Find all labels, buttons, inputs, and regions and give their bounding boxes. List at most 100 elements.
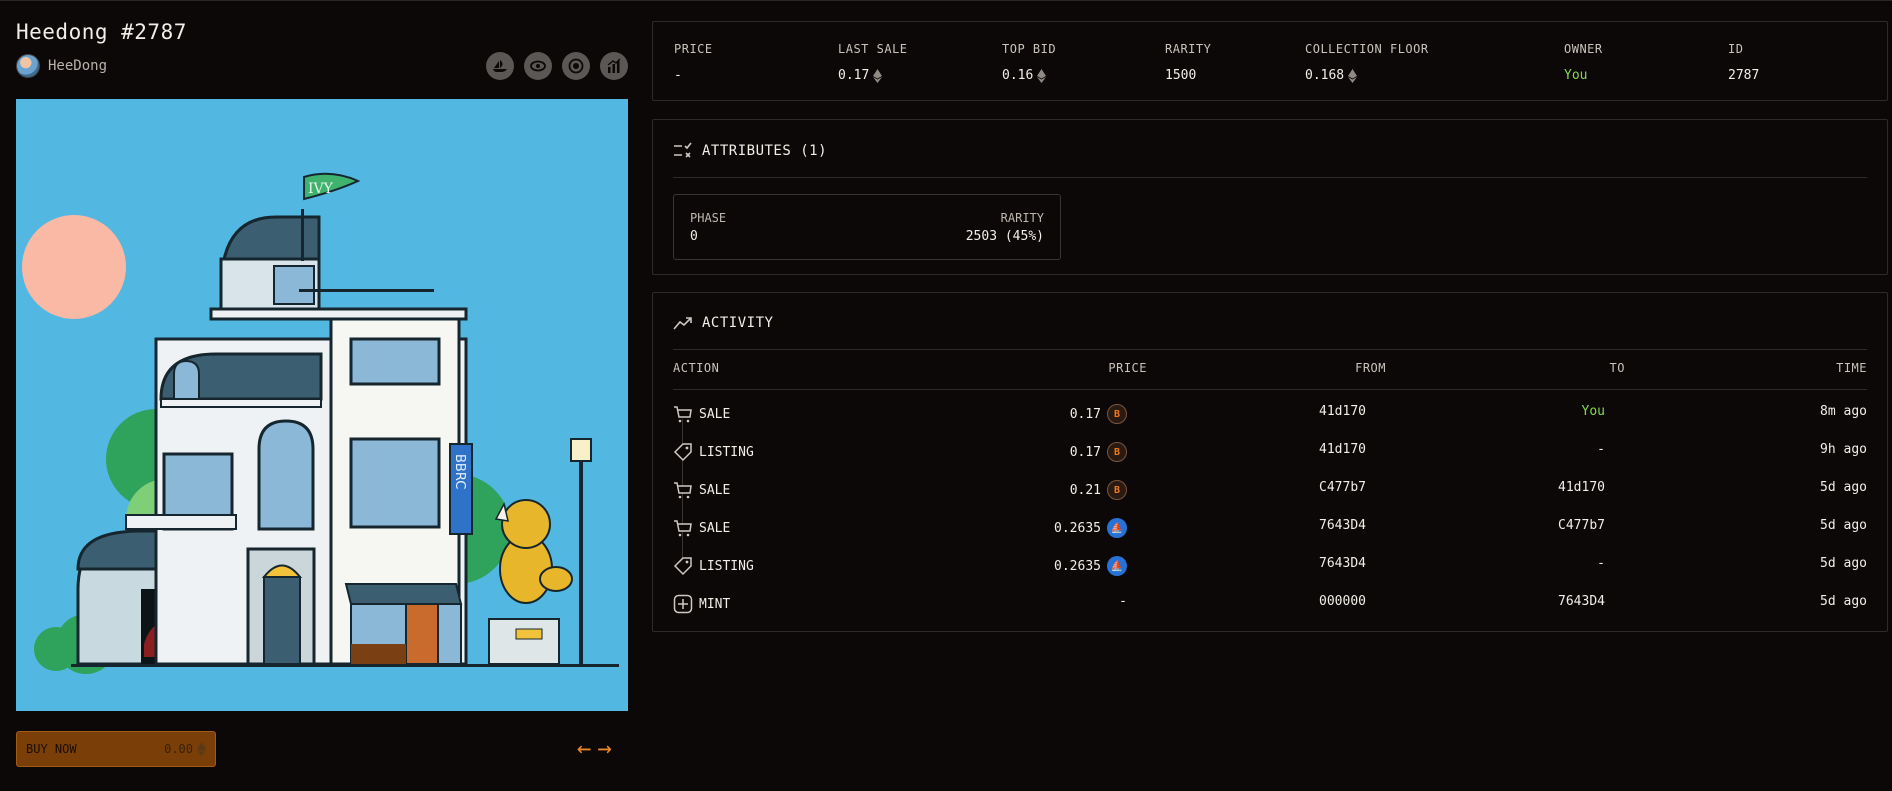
time-cell: 8m ago (1820, 404, 1867, 419)
stat-value[interactable]: You (1564, 68, 1603, 83)
attributes-list-icon (674, 142, 692, 158)
nft-image: IVY BBRC (16, 99, 628, 711)
owner-link[interactable]: You (1564, 68, 1587, 83)
attributes-title: ATTRIBUTES (1) (702, 143, 828, 159)
price-cell: - (1119, 594, 1127, 609)
to-cell[interactable]: You (1582, 404, 1605, 419)
eth-icon (873, 68, 883, 83)
activity-header: ACTIVITY (673, 315, 773, 331)
stat-id: ID 2787 (1728, 42, 1759, 83)
col-price: PRICE (1108, 361, 1147, 375)
opensea-icon[interactable] (486, 52, 514, 80)
activity-row[interactable]: MINT - 000000 7643D4 5d ago (673, 583, 1867, 621)
stat-label: OWNER (1564, 42, 1603, 56)
divider (673, 349, 1867, 350)
to-cell: - (1597, 556, 1605, 571)
stat-label: LAST SALE (838, 42, 908, 56)
attributes-panel: ATTRIBUTES (1) PHASE 0 RARITY 2503 (45%) (652, 119, 1888, 275)
activity-row[interactable]: SALE 0.2635 ⛵ 7643D4 C477b7 5d ago (673, 507, 1867, 545)
price-value: 0.2635 (1054, 558, 1101, 574)
stat-top-bid: TOP BID 0.16 (1002, 42, 1056, 83)
next-arrow-icon[interactable]: → (597, 736, 611, 760)
time-cell: 5d ago (1820, 518, 1867, 533)
action-cell: SALE (673, 518, 730, 538)
cart-icon (674, 482, 692, 499)
target-icon[interactable] (562, 52, 590, 80)
action-cell: SALE (673, 404, 730, 424)
action-label: LISTING (699, 558, 754, 574)
time-cell: 5d ago (1820, 556, 1867, 571)
attribute-rarity-value: 2503 (45%) (965, 229, 1044, 244)
prev-arrow-icon[interactable]: ← (577, 736, 591, 760)
stats-panel: PRICE - LAST SALE 0.17 TOP BID 0.16 RARI… (652, 21, 1888, 101)
stat-rarity: RARITY 1500 (1165, 42, 1211, 83)
time-cell: 5d ago (1820, 480, 1867, 495)
buy-now-button[interactable]: BUY NOW 0.00 (16, 731, 216, 767)
attributes-header[interactable]: ATTRIBUTES (1) (673, 142, 827, 160)
action-label: MINT (699, 596, 731, 612)
stat-last-sale: LAST SALE 0.17 (838, 42, 908, 83)
stat-value-text: 0.17 (838, 68, 870, 83)
stat-value-text: 2787 (1728, 68, 1760, 83)
stat-value: 0.17 (838, 68, 908, 83)
tag-icon (673, 557, 692, 576)
stat-value-text: - (674, 68, 682, 83)
buy-price: 0.00 (164, 742, 206, 756)
opensea-icon: ⛵ (1107, 556, 1127, 576)
cart-icon (674, 520, 692, 537)
chart-icon[interactable] (600, 52, 628, 80)
external-links (486, 52, 628, 80)
stat-value-text: 1500 (1165, 68, 1197, 83)
activity-panel: ACTIVITY ACTION PRICE FROM TO TIME SALE … (652, 292, 1888, 632)
action-label: SALE (699, 520, 731, 536)
eth-icon (1348, 68, 1358, 83)
action-cell: LISTING (673, 442, 754, 462)
flag-text: IVY (308, 181, 334, 197)
stat-label: TOP BID (1002, 42, 1057, 56)
activity-row[interactable]: SALE 0.17 B 41d170 You 8m ago (673, 393, 1867, 431)
eye-icon[interactable] (524, 52, 552, 80)
plus-icon (673, 594, 693, 614)
pagination-arrows: ← → (577, 736, 612, 760)
stat-value-text: 0.168 (1305, 68, 1345, 83)
divider (673, 389, 1867, 390)
stat-price: PRICE - (674, 42, 713, 83)
creator-name: HeeDong (48, 58, 108, 74)
opensea-icon: ⛵ (1107, 518, 1127, 538)
marketplace-icon: B (1107, 480, 1127, 500)
buy-now-label: BUY NOW (26, 742, 77, 756)
from-cell[interactable]: 41d170 (1319, 442, 1366, 457)
cart-icon (674, 406, 692, 423)
to-cell[interactable]: C477b7 (1558, 518, 1605, 533)
action-cell: MINT (673, 594, 730, 614)
attribute-rarity-label: RARITY (1000, 211, 1044, 225)
from-cell[interactable]: 41d170 (1319, 404, 1366, 419)
activity-row[interactable]: SALE 0.21 B C477b7 41d170 5d ago (673, 469, 1867, 507)
activity-row[interactable]: LISTING 0.17 B 41d170 - 9h ago (673, 431, 1867, 469)
avatar (16, 54, 40, 78)
page-title: Heedong #2787 (16, 20, 187, 44)
price-value: - (1119, 594, 1127, 609)
banner-text: BBRC (452, 454, 467, 489)
activity-row[interactable]: LISTING 0.2635 ⛵ 7643D4 - 5d ago (673, 545, 1867, 583)
attribute-trait-value: 0 (690, 229, 698, 244)
to-cell[interactable]: 7643D4 (1558, 594, 1605, 609)
price-cell: 0.2635 ⛵ (1054, 556, 1127, 576)
stat-label: ID (1728, 42, 1744, 56)
col-from: FROM (1355, 361, 1386, 375)
stat-value: 2787 (1728, 68, 1759, 83)
action-label: SALE (699, 482, 731, 498)
from-cell[interactable]: 7643D4 (1319, 518, 1366, 533)
creator-link[interactable]: HeeDong (16, 54, 107, 78)
from-cell[interactable]: 7643D4 (1319, 556, 1366, 571)
action-cell: SALE (673, 480, 730, 500)
price-value: 0.21 (1069, 482, 1101, 498)
stat-value: 0.16 (1002, 68, 1056, 83)
eth-icon (197, 742, 206, 756)
from-cell[interactable]: C477b7 (1319, 480, 1366, 495)
attribute-card[interactable]: PHASE 0 RARITY 2503 (45%) (673, 194, 1061, 260)
action-cell: LISTING (673, 556, 754, 576)
buy-price-value: 0.00 (164, 742, 193, 756)
to-cell[interactable]: 41d170 (1558, 480, 1605, 495)
from-cell[interactable]: 000000 (1319, 594, 1366, 609)
